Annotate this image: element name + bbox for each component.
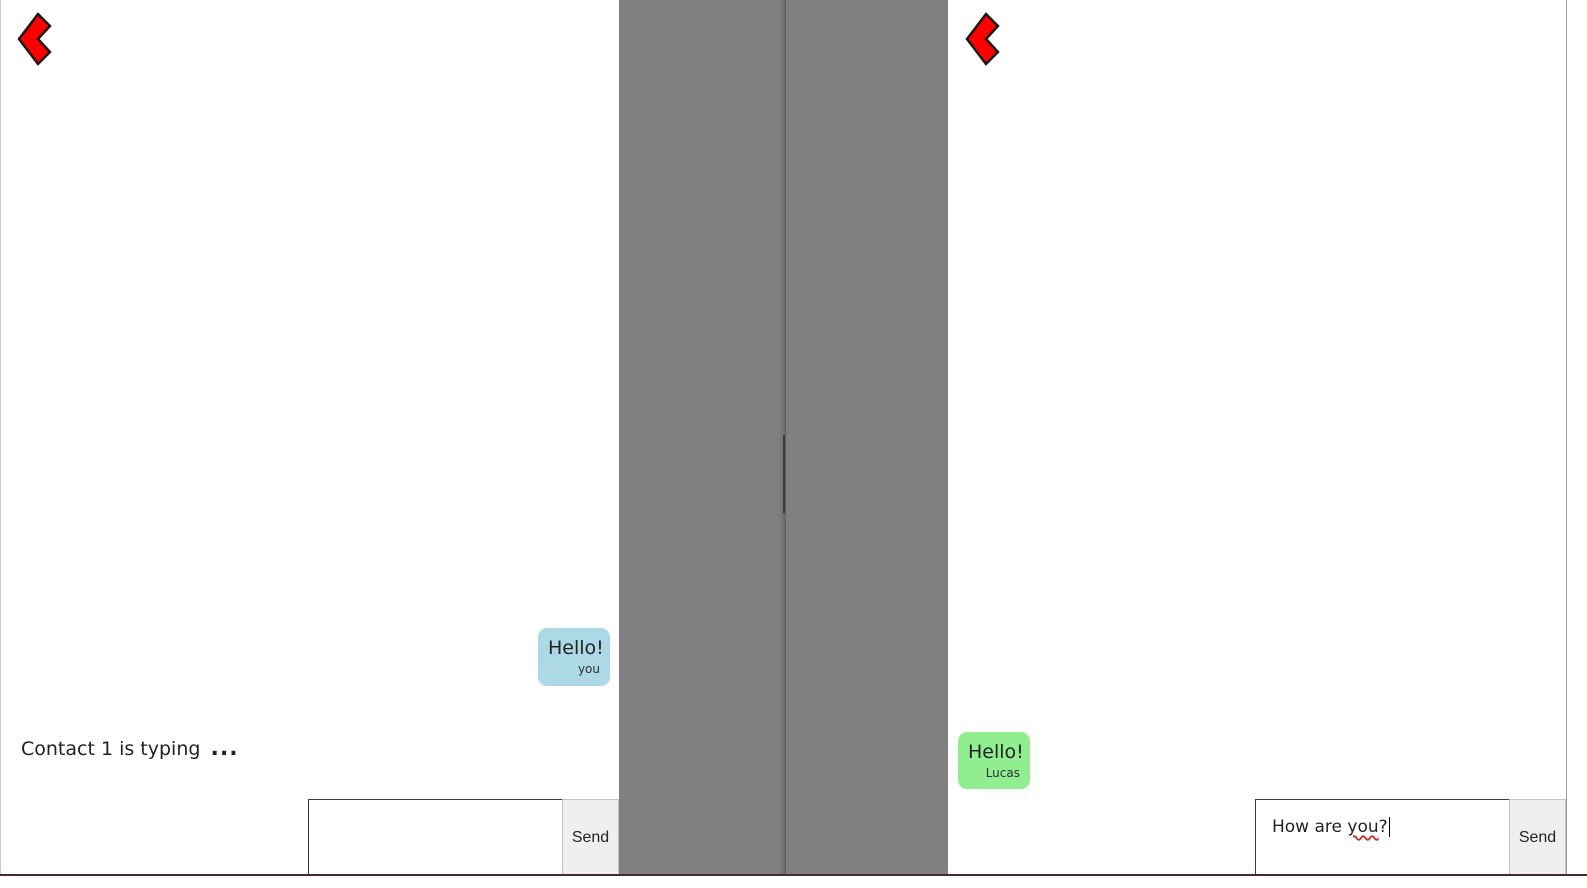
message-text: Hello! (968, 741, 1024, 763)
back-button[interactable] (964, 12, 1010, 68)
back-button[interactable] (16, 12, 62, 68)
divider-panel-right (785, 0, 949, 876)
message-input[interactable] (308, 799, 562, 876)
back-chevron-icon (965, 12, 1000, 66)
splitter-handle[interactable] (783, 435, 785, 513)
window-edge (1566, 0, 1567, 876)
message-bubble-sent: Hello! you (538, 628, 610, 686)
typing-dots: ... (210, 736, 239, 761)
message-composer: Send (308, 799, 619, 876)
message-author: you (577, 662, 600, 676)
chat-pane-left: Hello! you Contact 1 is typing ... Send (0, 0, 619, 876)
message-text: Hello! (548, 637, 604, 659)
divider-panel-left (619, 0, 785, 876)
back-chevron-icon (17, 12, 52, 66)
message-bubble-received: Hello! Lucas (958, 732, 1030, 789)
typing-label: Contact 1 is typing (21, 738, 201, 760)
send-button[interactable]: Send (1509, 799, 1566, 876)
send-button[interactable]: Send (562, 799, 619, 876)
chat-pane-right: Hello! Lucas How are you? Send (948, 0, 1567, 876)
message-composer: How are you? Send (1255, 799, 1566, 876)
message-input[interactable] (1255, 799, 1509, 876)
message-author: Lucas (985, 766, 1020, 780)
bottom-border (0, 874, 1587, 876)
typing-indicator: Contact 1 is typing ... (21, 736, 239, 761)
